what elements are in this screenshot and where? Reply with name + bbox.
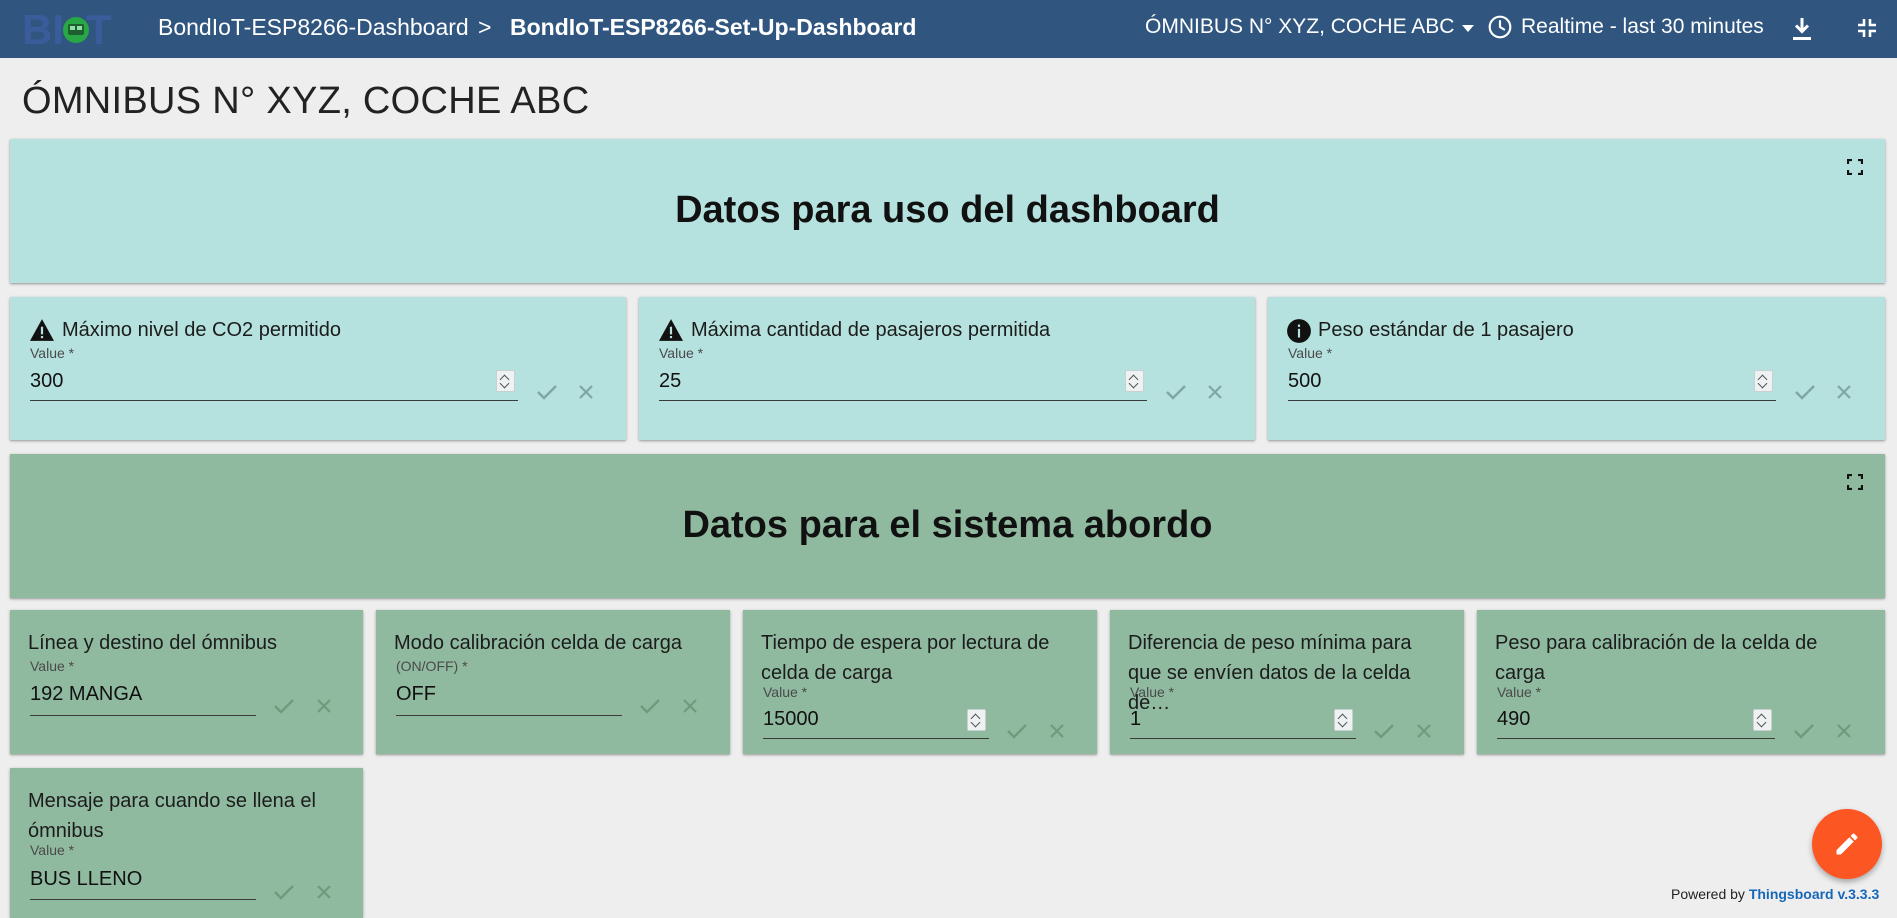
value-input[interactable]: 25 [659,370,681,393]
breadcrumb-current-dashboard: BondIoT-ESP8266-Set-Up-Dashboard [510,14,917,40]
check-icon[interactable] [1373,722,1395,745]
svg-text:BI: BI [22,6,64,52]
section-title: Datos para el sistema abordo [682,504,1213,546]
value-input[interactable]: BUS LLENO [30,868,142,891]
value-input[interactable]: 490 [1497,708,1530,731]
number-stepper[interactable] [967,709,986,731]
input-underline [659,400,1147,401]
field-label: Value * [1130,684,1175,700]
input-underline [1288,400,1776,401]
input-underline [1497,738,1775,739]
field-label: Value * [659,345,704,361]
close-icon[interactable] [682,698,698,719]
biot-logo: BI T [22,6,122,53]
breadcrumb-parent-dashboard[interactable]: BondIoT-ESP8266-Dashboard [158,14,469,41]
warning-icon [30,319,54,341]
info-icon [1287,319,1311,343]
close-icon[interactable] [316,884,332,905]
widget-passenger-weight: Peso estándar de 1 pasajero Value * 500 [1268,297,1885,440]
value-input[interactable]: 300 [30,370,63,393]
widget-title: Tiempo de espera por lectura de celda de… [761,632,1050,684]
field-label: Value * [1497,684,1542,700]
field-label: Value * [1288,345,1333,361]
widget-wait-time: Tiempo de espera por lectura de celda de… [743,610,1097,754]
widget-title: Mensaje para cuando se llena el ómnibus [28,790,316,842]
input-underline [396,715,622,716]
value-input[interactable]: 15000 [763,708,819,731]
top-toolbar: BI T BondIoT-ESP8266-Dashboard > BondIoT… [0,0,1897,58]
check-icon[interactable] [536,383,558,406]
entity-selector-label: ÓMNIBUS N° XYZ, COCHE ABC [1145,15,1455,38]
input-underline [30,400,518,401]
close-icon[interactable] [1416,723,1432,744]
close-icon[interactable] [1049,723,1065,744]
input-underline [1130,738,1356,739]
section-header-dashboard: Datos para uso del dashboard [10,139,1885,283]
fullscreen-icon[interactable] [1846,158,1864,180]
field-label: Value * [763,684,808,700]
entity-selector[interactable]: ÓMNIBUS N° XYZ, COCHE ABC [1145,15,1475,39]
check-icon[interactable] [1165,383,1187,406]
fullscreen-icon[interactable] [1846,473,1864,495]
section-title: Datos para uso del dashboard [675,189,1220,231]
powered-by-label: Powered by [1671,886,1745,902]
section-header-system: Datos para el sistema abordo [10,454,1885,598]
widget-calibration-weight: Peso para calibración de la celda de car… [1477,610,1885,754]
widget-full-bus-message: Mensaje para cuando se llena el ómnibus … [10,768,363,918]
widget-title: Línea y destino del ómnibus [28,632,278,654]
widget-title: Peso para calibración de la celda de car… [1495,632,1818,684]
input-underline [763,738,989,739]
check-icon[interactable] [639,697,661,720]
dashboard-title: ÓMNIBUS N° XYZ, COCHE ABC [22,80,590,122]
field-label: (ON/OFF) * [396,658,468,674]
number-stepper[interactable] [1334,709,1353,731]
field-label: Value * [30,658,75,674]
input-underline [30,899,256,900]
breadcrumb-separator: > [478,14,492,40]
widget-bus-line: Línea y destino del ómnibus Value * 192 … [10,610,363,754]
svg-text:T: T [86,6,112,52]
widget-calibration-mode: Modo calibración celda de carga (ON/OFF)… [376,610,730,754]
check-icon[interactable] [1793,722,1815,745]
field-label: Value * [30,842,75,858]
widget-title: Peso estándar de 1 pasajero [1318,319,1574,341]
input-underline [30,715,256,716]
clock-icon [1488,15,1512,39]
number-stepper[interactable] [1125,370,1144,392]
number-stepper[interactable] [496,370,515,392]
edit-dashboard-button[interactable] [1812,809,1882,879]
widget-max-passengers: Máxima cantidad de pasajeros permitida V… [639,297,1255,440]
value-input[interactable]: 1 [1130,708,1141,731]
check-icon[interactable] [1006,722,1028,745]
chevron-down-icon [1462,24,1475,32]
powered-by: Powered by Thingsboard v.3.3.3 [1671,886,1879,902]
check-icon[interactable] [273,697,295,720]
number-stepper[interactable] [1753,709,1772,731]
check-icon[interactable] [273,883,295,906]
download-icon[interactable] [1790,16,1814,47]
exit-fullscreen-icon[interactable] [1855,16,1879,45]
pencil-icon [1836,833,1858,855]
close-icon[interactable] [1207,384,1223,405]
close-icon[interactable] [578,384,594,405]
timewindow-label: Realtime - last 30 minutes [1521,15,1764,38]
close-icon[interactable] [1836,723,1852,744]
widget-title: Modo calibración celda de carga [394,632,682,654]
widget-title: Máxima cantidad de pasajeros permitida [691,319,1051,341]
value-input[interactable]: OFF [396,683,436,706]
close-icon[interactable] [1836,384,1852,405]
check-icon[interactable] [1794,383,1816,406]
timewindow-button[interactable]: Realtime - last 30 minutes [1487,14,1764,40]
widget-max-co2: Máximo nivel de CO2 permitido Value * 30… [10,297,626,440]
thingsboard-link[interactable]: Thingsboard v.3.3.3 [1749,886,1879,902]
field-label: Value * [30,345,75,361]
value-input[interactable]: 500 [1288,370,1321,393]
widget-min-weight-diff: Diferencia de peso mínima para que se en… [1110,610,1464,754]
number-stepper[interactable] [1754,370,1773,392]
widget-title: Máximo nivel de CO2 permitido [62,319,341,341]
value-input[interactable]: 192 MANGA [30,683,142,706]
warning-icon [659,319,683,341]
widget-title: Diferencia de peso mínima para que se en… [1128,632,1412,714]
close-icon[interactable] [316,698,332,719]
